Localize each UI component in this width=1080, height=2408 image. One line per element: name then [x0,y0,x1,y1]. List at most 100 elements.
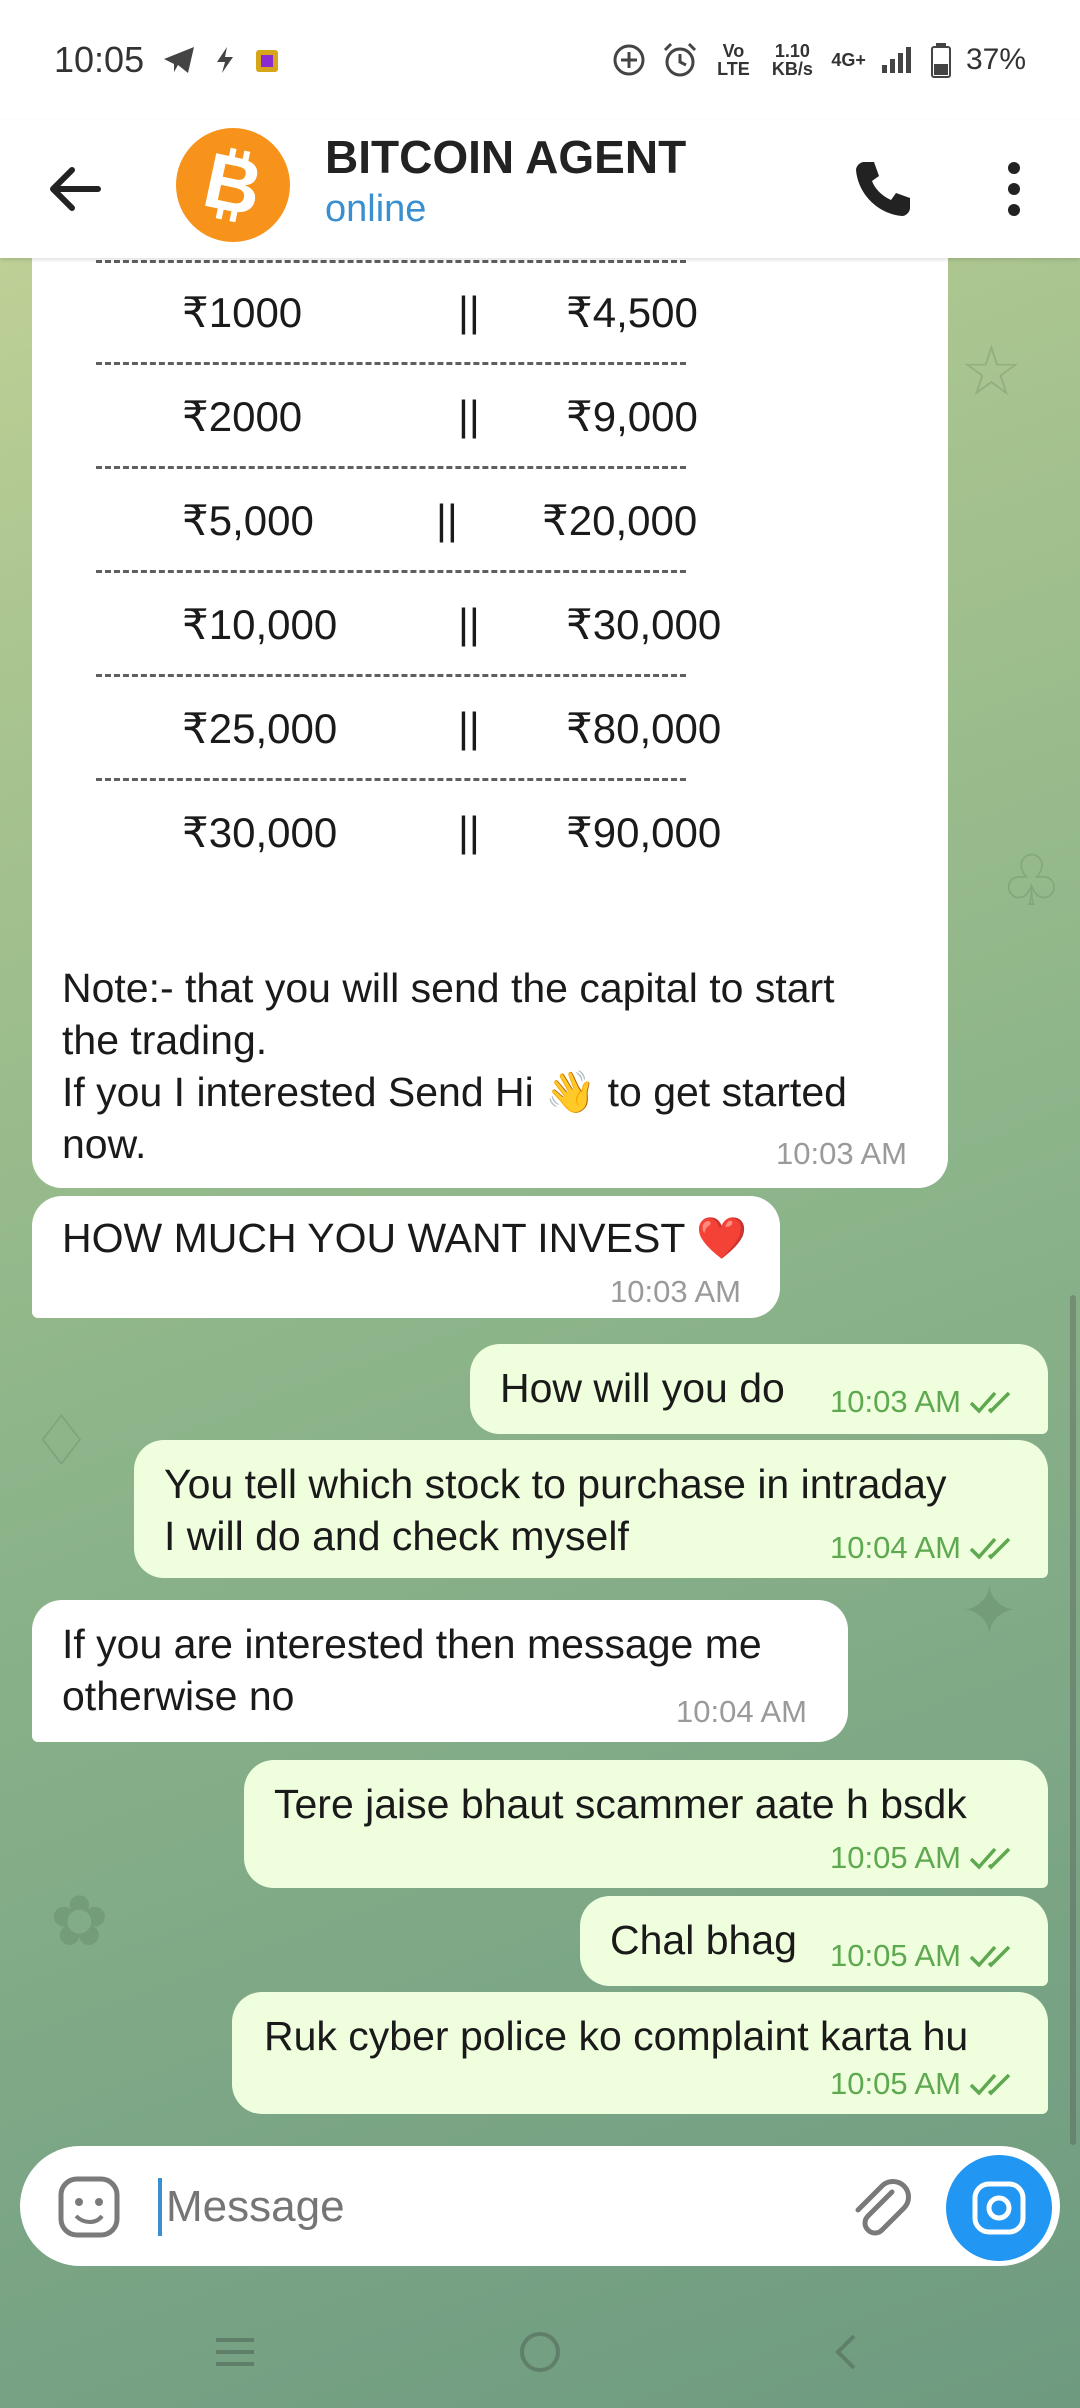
arrow-left-icon[interactable] [40,154,110,224]
outgoing-message[interactable]: Ruk cyber police ko complaint karta hu 1… [232,1992,1048,2114]
message-line: Note:- that you will send the capital to… [62,965,835,1011]
wave-emoji: 👋 [545,1069,597,1115]
scrollbar[interactable] [1070,1295,1076,2145]
message-fragment: to get started [596,1069,847,1115]
app-notification-icon [256,50,279,72]
recents-icon[interactable] [210,2332,260,2372]
double-check-icon [969,1945,1011,1968]
rate-row: ₹2000 || ₹9,000 [182,392,702,444]
home-icon[interactable] [516,2328,564,2376]
rate-return: ₹4,500 [566,289,698,336]
incoming-message[interactable]: If you are interested then message me ot… [32,1600,848,1742]
volte-indicator: Vo LTE [717,41,750,79]
rate-row: ₹30,000 || ₹90,000 [182,808,742,860]
message-time: 10:04 AM [830,1530,961,1565]
message-text: Ruk cyber police ko complaint karta hu [264,2013,969,2059]
message-line: If you I interested Send Hi 👋 to get sta… [62,1066,922,1118]
back-nav-icon[interactable] [826,2330,866,2374]
rate-separator: || [458,288,480,335]
double-check-icon [969,1847,1011,1870]
rate-separator: || [458,808,480,855]
message-time-status: 10:03 AM [830,1384,1017,1420]
rate-deposit: ₹30,000 [182,809,338,856]
chat-status: online [325,188,427,230]
message-text: Chal bhag [610,1917,797,1963]
message-input[interactable] [164,2168,808,2246]
message-time: 10:05 AM [830,1840,961,1875]
double-check-icon [969,1537,1011,1560]
rate-deposit: ₹25,000 [182,705,338,752]
star-doodle: ☆ [960,332,1023,410]
message-time: 10:04 AM [676,1694,807,1729]
rate-deposit: ₹10,000 [182,601,338,648]
network-type: 4G+ [831,50,866,70]
chat-title[interactable]: BITCOIN AGENT [325,130,686,184]
message-line: If you are interested then message me [62,1621,762,1667]
bolt-icon [217,47,234,73]
message-time: 10:05 AM [830,2066,961,2101]
message-text: HOW MUCH YOU WANT INVEST ❤️ [62,1212,747,1264]
incoming-message[interactable]: ₹1000 || ₹4,500 ₹2000 || ₹9,000 ₹5,000 |… [32,200,948,1188]
network-speed: 1.10 KB/s [771,41,813,79]
sticker-icon[interactable] [56,2174,122,2240]
table-divider [96,570,686,577]
message-time: 10:03 AM [776,1136,907,1171]
telegram-icon [164,47,195,73]
table-divider [96,674,686,681]
avatar[interactable]: B [176,128,290,242]
message-time-status: 10:05 AM [830,1938,1017,1974]
message-text: Tere jaise bhaut scammer aate h bsdk [274,1781,967,1827]
table-divider [96,466,686,473]
message-text: If you are interested then message me ot… [62,1618,762,1722]
rate-return: ₹30,000 [566,601,722,648]
paperclip-icon[interactable] [846,2172,914,2240]
outgoing-message[interactable]: You tell which stock to purchase in intr… [134,1440,1048,1578]
camera-icon [972,2181,1026,2235]
message-line: the trading. [62,1017,268,1063]
dino-doodle: ♢ [30,1402,93,1480]
outgoing-message[interactable]: How will you do 10:03 AM [470,1344,1048,1434]
add-circle-icon [613,44,645,76]
incoming-message[interactable]: HOW MUCH YOU WANT INVEST ❤️ 10:03 AM [32,1196,780,1318]
heart-emoji: ❤️ [696,1215,748,1261]
status-bar: 10:05 Vo LTE 1.10 KB/s 4G+ 37% [0,0,1080,120]
chat-header: B BITCOIN AGENT online [0,120,1080,258]
message-text: How will you do [500,1365,785,1411]
table-divider [96,778,686,785]
rate-separator: || [436,496,458,543]
battery-percent: 37% [965,43,1026,76]
rate-deposit: ₹2000 [182,393,303,440]
rate-return: ₹20,000 [542,497,698,544]
strawberry-doodle: ♧ [1000,842,1063,920]
message-time: 10:03 AM [830,1384,961,1419]
rate-row: ₹1000 || ₹4,500 [182,288,702,340]
outgoing-message[interactable]: Chal bhag 10:05 AM [580,1896,1048,1986]
rate-row: ₹25,000 || ₹80,000 [182,704,742,756]
camera-button[interactable] [946,2155,1052,2261]
cookie-doodle: ✿ [50,1882,109,1960]
rate-return: ₹9,000 [566,393,698,440]
message-time-status: 10:04 AM [830,1530,1017,1566]
message-time: 10:05 AM [830,1938,961,1973]
signal-icon [881,47,911,73]
rate-deposit: ₹1000 [182,289,303,336]
message-line: otherwise no [62,1673,295,1719]
outgoing-message[interactable]: Tere jaise bhaut scammer aate h bsdk 10:… [244,1760,1048,1888]
message-composer [20,2146,1060,2266]
rate-return: ₹80,000 [566,705,722,752]
rate-deposit: ₹5,000 [182,497,314,544]
status-time: 10:05 [54,39,145,80]
message-line: You tell which stock to purchase in intr… [164,1461,947,1507]
double-check-icon [969,1391,1011,1414]
rate-row: ₹10,000 || ₹30,000 [182,600,742,652]
more-vertical-icon[interactable] [994,156,1034,222]
message-fragment: If you I interested Send Hi [62,1069,546,1115]
table-divider [96,260,686,267]
phone-icon[interactable] [850,156,916,222]
double-check-icon [969,2073,1011,2096]
message-time-status: 10:05 AM [830,2066,1017,2102]
rate-separator: || [458,600,480,647]
bulb-doodle: ✦ [960,1572,1019,1650]
message-time-status: 10:05 AM [830,1840,1017,1876]
rate-separator: || [458,392,480,439]
